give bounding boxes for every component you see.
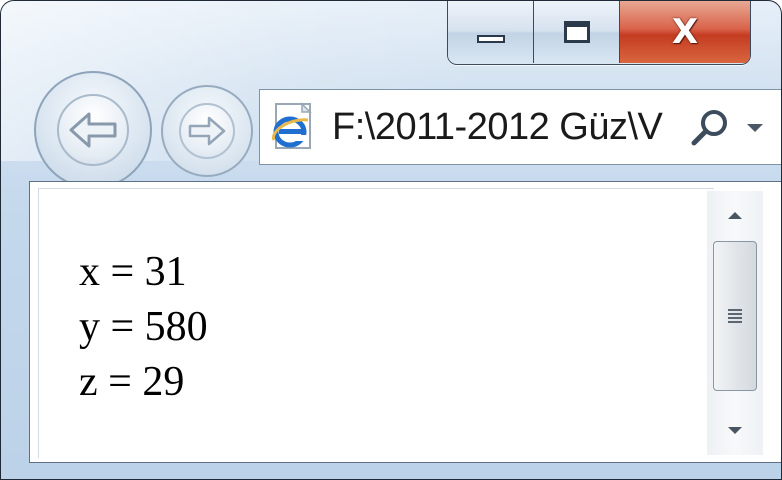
- output-line-z: z = 29: [79, 359, 185, 405]
- browser-window: X F:\2011-2012 Güz\V x = 31 y = 580 z = …: [0, 0, 782, 480]
- output-line-x: x = 31: [79, 249, 187, 295]
- maximize-icon: [563, 21, 590, 43]
- close-button[interactable]: X: [620, 1, 750, 63]
- output-line-y: y = 580: [79, 304, 208, 350]
- internet-explorer-icon: [268, 102, 318, 152]
- forward-button[interactable]: [161, 85, 253, 177]
- back-button-inner: [57, 94, 129, 166]
- minimize-icon: [476, 35, 505, 43]
- search-icon[interactable]: [688, 105, 732, 149]
- scroll-thumb[interactable]: [713, 241, 757, 391]
- chevron-down-icon[interactable]: [744, 116, 766, 138]
- page-content-frame: x = 31 y = 580 z = 29: [29, 181, 781, 463]
- caption-buttons: X: [447, 1, 751, 65]
- page-content: x = 31 y = 580 z = 29: [38, 188, 714, 458]
- close-icon: X: [671, 12, 699, 52]
- back-button[interactable]: [34, 71, 152, 189]
- grip-icon: [728, 309, 742, 323]
- scroll-down-arrow-icon: [728, 427, 742, 434]
- scroll-up-arrow-icon: [728, 212, 742, 219]
- address-url[interactable]: F:\2011-2012 Güz\V: [332, 106, 680, 149]
- back-arrow-icon: [69, 112, 117, 148]
- forward-button-inner: [179, 103, 235, 159]
- maximize-button[interactable]: [534, 1, 620, 63]
- scroll-up-button[interactable]: [707, 191, 763, 239]
- minimize-button[interactable]: [448, 1, 534, 63]
- forward-arrow-icon: [188, 116, 226, 146]
- address-bar[interactable]: F:\2011-2012 Güz\V: [259, 89, 781, 165]
- vertical-scrollbar[interactable]: [707, 191, 763, 455]
- output-text: x = 31 y = 580 z = 29: [79, 245, 208, 410]
- scroll-down-button[interactable]: [707, 407, 763, 455]
